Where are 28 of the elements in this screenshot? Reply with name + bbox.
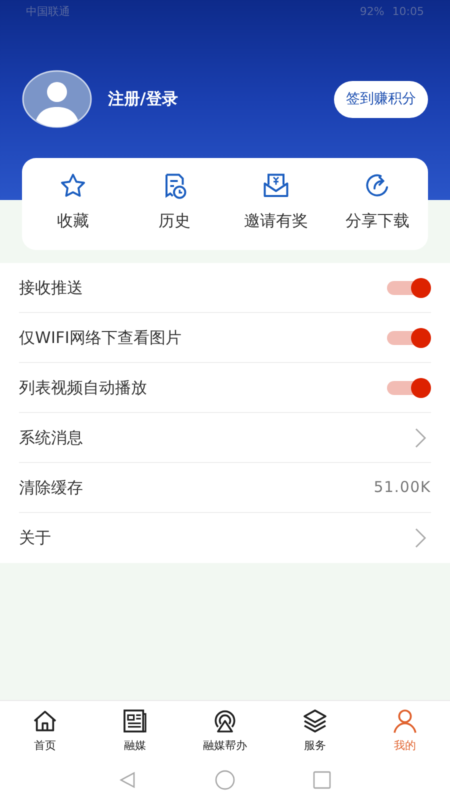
shortcut-label[interactable]: 历史 [158, 209, 190, 233]
battery-text: 92% [360, 4, 384, 20]
person-icon [391, 707, 419, 735]
carrier-text: 中国联通 [26, 4, 70, 20]
toggle-switch[interactable] [387, 378, 431, 398]
tab-item[interactable]: 融媒 [90, 701, 180, 760]
avatar-icon[interactable] [22, 70, 92, 128]
layers-icon [301, 707, 329, 735]
tab-item[interactable]: 首页 [0, 701, 90, 760]
setting-label: 接收推送 [19, 276, 83, 298]
shortcut-label[interactable]: 分享下载 [345, 209, 410, 233]
shortcut-label[interactable]: 收藏 [56, 209, 89, 233]
shortcut-label[interactable]: 邀请有奖 [244, 209, 308, 233]
toggle-switch[interactable] [387, 278, 431, 298]
clock-text: 10:05 [392, 4, 424, 20]
tab-item[interactable]: 融媒帮办 [180, 701, 270, 760]
setting-label: 关于 [19, 527, 51, 549]
toggle-switch[interactable] [387, 328, 431, 348]
tab-item[interactable]: 服务 [270, 701, 360, 760]
setting-label: 列表视频自动播放 [19, 376, 147, 398]
newspaper-icon [121, 707, 149, 735]
setting-label: 仅WIFI网络下查看图片 [19, 326, 182, 348]
setting-label: 系统消息 [19, 426, 83, 448]
setting-label: 清除缓存 [19, 476, 83, 498]
tab-item[interactable]: 我的 [360, 701, 450, 760]
login-link[interactable]: 注册/登录 [108, 87, 178, 111]
checkin-button[interactable]: 签到赚积分 [334, 80, 428, 118]
cache-size-text: 51.00K [374, 477, 431, 498]
